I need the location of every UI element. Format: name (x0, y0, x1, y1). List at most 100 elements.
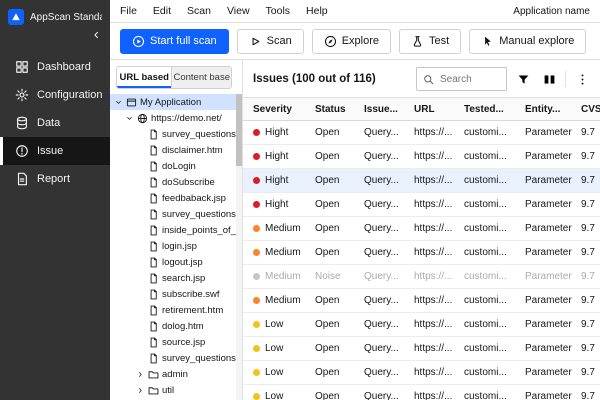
severity-cell: Medium (253, 247, 315, 258)
tree-item[interactable]: source.jsp (110, 334, 236, 350)
tested-cell: customi... (464, 391, 525, 400)
tree-item[interactable]: doLogin (110, 158, 236, 174)
app-logo-row: AppScan Standard (0, 0, 110, 27)
tested-cell: customi... (464, 295, 525, 306)
search-input[interactable] (438, 73, 500, 86)
sidebar-item-configuration[interactable]: Configuration (0, 81, 110, 109)
start-full-scan-button[interactable]: Start full scan (120, 29, 229, 54)
tab-content-base[interactable]: Content base (172, 67, 231, 88)
overflow-menu-icon[interactable] (572, 69, 592, 89)
tree-item[interactable]: survey_questions.jsp (110, 126, 236, 142)
issue-type-cell: Query... (364, 343, 414, 354)
collapse-sidebar-icon[interactable] (90, 29, 102, 41)
url-tree: My Applicationhttps://demo.net/survey_qu… (110, 94, 242, 400)
menu-item-view[interactable]: View (227, 5, 250, 17)
sidebar-item-label: Issue (37, 145, 63, 157)
tree-item-label: subscribe.swf (162, 289, 220, 300)
issue-row[interactable]: LowOpenQuery...https://...customi...Para… (243, 313, 600, 337)
chevron-down-icon[interactable] (125, 114, 134, 123)
tree-item[interactable]: inside_points_of_inter (110, 222, 236, 238)
url-cell: https://... (414, 223, 464, 234)
tree-item[interactable]: doSubscribe (110, 174, 236, 190)
file-icon (148, 273, 159, 284)
scan-icon (249, 35, 262, 48)
sidebar-item-label: Dashboard (37, 61, 91, 73)
column-header[interactable]: Severity (253, 104, 315, 115)
explore-button[interactable]: Explore (312, 29, 391, 54)
chevron-right-icon[interactable] (136, 370, 145, 379)
issue-type-cell: Query... (364, 295, 414, 306)
tree-item[interactable]: retirement.htm (110, 302, 236, 318)
issue-row[interactable]: LowOpenQuery...https://...customi...Para… (243, 385, 600, 400)
tree-scrollbar-thumb[interactable] (236, 94, 242, 166)
issue-row[interactable]: MediumNoiseQuery...https://...customi...… (243, 265, 600, 289)
tree-item[interactable]: logout.jsp (110, 254, 236, 270)
folder-icon (148, 385, 159, 396)
issue-row[interactable]: HightOpenQuery...https://...customi...Pa… (243, 193, 600, 217)
test-button[interactable]: Test (399, 29, 461, 54)
menu-item-tools[interactable]: Tools (266, 5, 291, 17)
severity-cell: Low (253, 319, 315, 330)
column-header[interactable]: Issue... (364, 104, 414, 115)
severity-cell: Medium (253, 223, 315, 234)
tree-item[interactable]: dolog.htm (110, 318, 236, 334)
tree-item-label: survey_questions.jsp (162, 353, 236, 364)
sidebar-item-report[interactable]: Report (0, 165, 110, 193)
issue-row[interactable]: HightOpenQuery...https://...customi...Pa… (243, 121, 600, 145)
menu-item-scan[interactable]: Scan (187, 5, 211, 17)
menu-item-edit[interactable]: Edit (153, 5, 171, 17)
tree-item[interactable]: disclaimer.htm (110, 142, 236, 158)
tree-item[interactable]: admin (110, 366, 236, 382)
scan-button[interactable]: Scan (237, 29, 304, 54)
tree-item[interactable]: My Application (110, 94, 236, 110)
tree-item[interactable]: util (110, 382, 236, 398)
issue-row[interactable]: MediumOpenQuery...https://...customi...P… (243, 289, 600, 313)
issue-row[interactable]: LowOpenQuery...https://...customi...Para… (243, 337, 600, 361)
sidebar-item-dashboard[interactable]: Dashboard (0, 53, 110, 81)
tree-item[interactable]: feedbaback.jsp (110, 190, 236, 206)
tab-url-based[interactable]: URL based (117, 67, 172, 88)
tree-item-label: logout.jsp (162, 257, 203, 268)
chevron-down-icon[interactable] (114, 98, 123, 107)
file-icon (148, 225, 159, 236)
issue-row[interactable]: HightOpenQuery...https://...customi...Pa… (243, 169, 600, 193)
tested-cell: customi... (464, 343, 525, 354)
issue-type-cell: Query... (364, 175, 414, 186)
header-divider (565, 71, 566, 87)
column-header[interactable]: Tested... (464, 104, 525, 115)
chevron-right-icon[interactable] (136, 386, 145, 395)
issue-row[interactable]: MediumOpenQuery...https://...customi...P… (243, 217, 600, 241)
sidebar-item-data[interactable]: Data (0, 109, 110, 137)
entity-cell: Parameter (525, 343, 581, 354)
column-header[interactable]: URL (414, 104, 464, 115)
severity-dot (253, 297, 260, 304)
tree-item[interactable]: login.jsp (110, 238, 236, 254)
tree-item[interactable]: survey_questions.jsp (110, 206, 236, 222)
column-header[interactable]: Status (315, 104, 364, 115)
explorer-tabs: URL basedContent base (116, 66, 232, 89)
sidebar-item-issue[interactable]: Issue (0, 137, 110, 165)
manual-explore-button[interactable]: Manual explore (469, 29, 586, 54)
column-settings-icon[interactable] (539, 69, 559, 89)
issues-panel: Issues (100 out of 116) (243, 60, 600, 400)
tree-scrollbar[interactable] (236, 94, 242, 400)
column-header[interactable]: CVSS (581, 104, 600, 115)
filter-icon[interactable] (513, 69, 533, 89)
issue-row[interactable]: HightOpenQuery...https://...customi...Pa… (243, 145, 600, 169)
file-icon (148, 129, 159, 140)
tree-item[interactable]: https://demo.net/ (110, 110, 236, 126)
tree-item[interactable]: subscribe.swf (110, 286, 236, 302)
tree-item[interactable]: survey_questions.jsp (110, 350, 236, 366)
severity-dot (253, 153, 260, 160)
test-icon (411, 35, 424, 48)
file-icon (148, 193, 159, 204)
menu-item-help[interactable]: Help (306, 5, 328, 17)
menu-item-file[interactable]: File (120, 5, 137, 17)
tree-item[interactable]: search.jsp (110, 270, 236, 286)
issue-row[interactable]: MediumOpenQuery...https://...customi...P… (243, 241, 600, 265)
issues-title: Issues (100 out of 116) (253, 73, 410, 85)
entity-cell: Parameter (525, 271, 581, 282)
cvss-cell: 9.7 (581, 151, 600, 162)
issue-row[interactable]: LowOpenQuery...https://...customi...Para… (243, 361, 600, 385)
column-header[interactable]: Entity... (525, 104, 581, 115)
